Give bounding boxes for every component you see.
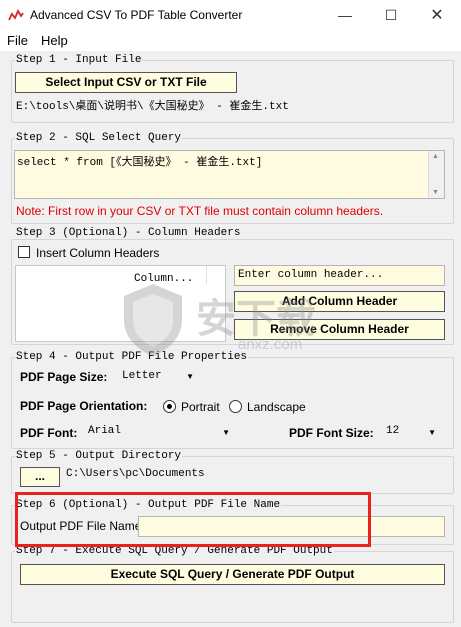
page-size-value: Letter (122, 370, 162, 382)
portrait-label: Portrait (181, 400, 220, 414)
portrait-radio[interactable] (163, 400, 176, 413)
menu-bar (0, 31, 461, 51)
minimize-button[interactable]: — (322, 0, 368, 31)
menu-file[interactable]: File (7, 33, 28, 48)
page-size-dropdown[interactable]: Letter ▼ (118, 367, 198, 387)
insert-headers-label: Insert Column Headers (36, 246, 160, 260)
font-value: Arial (88, 425, 122, 437)
font-size-label: PDF Font Size: (289, 426, 374, 440)
page-size-label: PDF Page Size: (20, 370, 108, 384)
query-scrollbar[interactable]: ▲ ▼ (428, 151, 444, 198)
menu-help[interactable]: Help (41, 33, 68, 48)
watermark-subtext: anxz.com (238, 336, 303, 353)
highlight-box (15, 492, 371, 547)
step1-title: Step 1 - Input File (15, 54, 143, 66)
step5-title: Step 5 - Output Directory (15, 450, 183, 462)
step7-group (11, 551, 454, 623)
step3-title: Step 3 (Optional) - Column Headers (15, 227, 242, 239)
scroll-up-icon[interactable]: ▲ (432, 153, 439, 160)
landscape-label: Landscape (247, 400, 306, 414)
landscape-radio[interactable] (229, 400, 242, 413)
window-title: Advanced CSV To PDF Table Converter (30, 8, 243, 22)
insert-headers-checkbox[interactable] (18, 246, 30, 258)
scroll-down-icon[interactable]: ▼ (432, 189, 439, 196)
app-icon (8, 9, 24, 21)
orientation-label: PDF Page Orientation: (20, 399, 148, 413)
font-label: PDF Font: (20, 426, 78, 440)
browse-directory-button[interactable]: ... (20, 467, 60, 487)
output-directory-path: C:\Users\pc\Documents (66, 468, 205, 480)
execute-generate-pdf-button[interactable]: Execute SQL Query / Generate PDF Output (20, 564, 445, 585)
chevron-down-icon[interactable]: ▼ (428, 428, 436, 437)
shield-icon (124, 284, 182, 356)
maximize-button[interactable]: ☐ (368, 0, 414, 31)
header-note: Note: First row in your CSV or TXT file … (16, 204, 384, 218)
sql-query-textarea[interactable]: select * from [《大国秘史》 - 崔金生.txt] ▲ ▼ (14, 150, 445, 199)
sql-query-text: select * from [《大国秘史》 - 崔金生.txt] (17, 157, 263, 169)
step2-title: Step 2 - SQL Select Query (15, 132, 183, 144)
font-size-value: 12 (386, 425, 400, 437)
font-size-dropdown[interactable]: 12 ▼ (382, 422, 440, 442)
close-button[interactable]: ✕ (414, 0, 460, 31)
radio-selected-dot (167, 404, 172, 409)
chevron-down-icon[interactable]: ▼ (222, 428, 230, 437)
select-input-file-button[interactable]: Select Input CSV or TXT File (15, 72, 237, 93)
chevron-down-icon[interactable]: ▼ (186, 372, 194, 381)
input-file-path: E:\tools\桌面\说明书\《大国秘史》 - 崔金生.txt (16, 101, 289, 113)
watermark: 安下载 anxz.com (118, 280, 388, 360)
font-dropdown[interactable]: Arial ▼ (84, 422, 234, 442)
